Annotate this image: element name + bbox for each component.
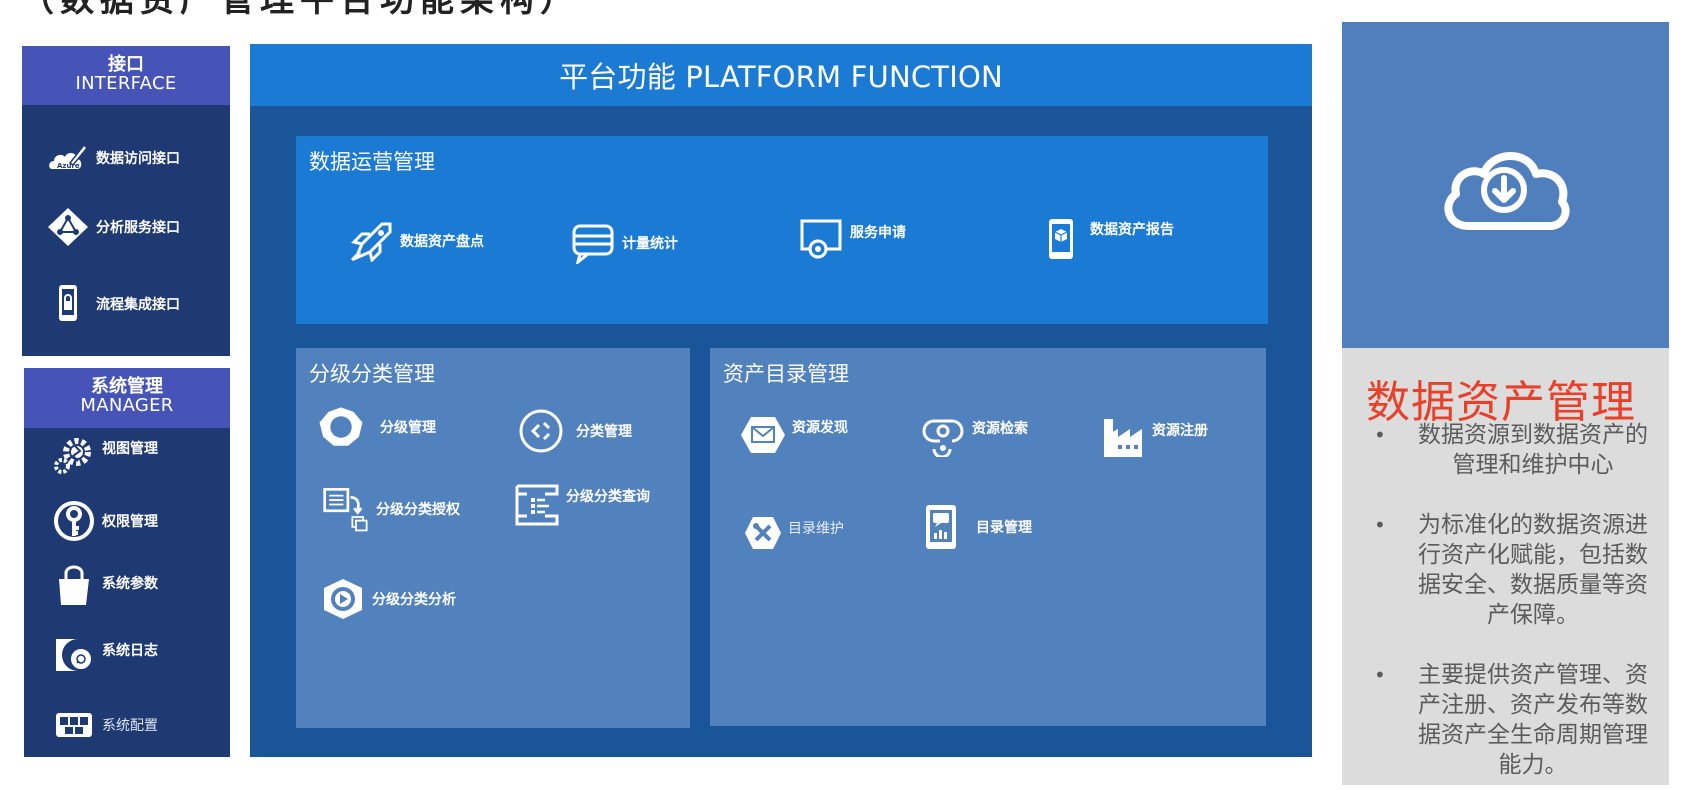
interface-title-en: INTERFACE: [75, 72, 177, 94]
description-bullet: 数据资源到数据资产的管理和维护中心: [1368, 420, 1658, 480]
disc-log-icon: [48, 632, 100, 678]
platform-title: 平台功能 PLATFORM FUNCTION: [559, 60, 1003, 94]
manager-item-config[interactable]: 系统配置: [24, 702, 230, 748]
op-item-label: 数据资产报告: [1090, 222, 1174, 238]
interface-item-analysis-service[interactable]: 分析服务接口: [22, 204, 230, 250]
op-item-asset-report[interactable]: 数据资产报告: [1036, 216, 1174, 262]
cat-item-discovery[interactable]: 资源发现: [738, 412, 848, 458]
interface-item-label: 数据访问接口: [96, 151, 180, 167]
cls-item-label: 分级分类分析: [372, 592, 456, 608]
svg-text:Azure: Azure: [57, 162, 80, 170]
op-item-service-request[interactable]: 服务申请: [796, 216, 906, 262]
diamond-network-icon: [42, 204, 94, 250]
interface-item-data-access[interactable]: Azure 数据访问接口: [22, 135, 230, 181]
page-title: （数据资产管理平台功能架构）: [20, 0, 580, 20]
interface-item-label: 分析服务接口: [96, 220, 180, 236]
op-item-metering[interactable]: 计量统计: [568, 220, 678, 266]
cat-item-label: 资源发现: [792, 420, 848, 436]
azure-pen-icon: Azure: [42, 135, 94, 181]
op-item-label: 服务申请: [850, 225, 906, 241]
interface-panel: 接口 INTERFACE Azure 数据访问接口 分析服务接口 流程集成接口: [22, 46, 230, 356]
cat-item-label: 资源检索: [972, 421, 1028, 437]
factory-icon: [1098, 414, 1148, 460]
tablet-cube-icon: [1036, 216, 1086, 262]
right-description-panel: 数据资产管理 数据资源到数据资产的管理和维护中心 为标准化的数据资源进行资产化赋…: [1342, 348, 1669, 785]
screen-cursor-icon: [796, 216, 846, 262]
catalog-title: 资产目录管理: [723, 362, 849, 386]
cloud-download-icon: [1438, 144, 1574, 238]
op-item-asset-inventory[interactable]: 数据资产盘点: [346, 218, 484, 264]
manager-item-label: 系统参数: [102, 576, 158, 592]
op-item-label: 数据资产盘点: [400, 234, 484, 250]
cls-item-analysis[interactable]: 分级分类分析: [318, 576, 456, 622]
link-icon: [918, 412, 968, 458]
cat-item-search[interactable]: 资源检索: [918, 412, 1028, 458]
cat-item-maintenance[interactable]: 目录维护: [738, 510, 844, 556]
cat-item-label: 目录维护: [788, 521, 844, 537]
ring-icon: [316, 404, 366, 450]
op-item-label: 计量统计: [622, 236, 678, 252]
interface-panel-header: 接口 INTERFACE: [22, 46, 230, 105]
cls-item-label: 分级分类查询: [566, 489, 650, 505]
description-bullet: 主要提供资产管理、资产注册、资产发布等数据资产全生命周期管理能力。: [1368, 660, 1658, 780]
config-boxes-icon: [48, 702, 100, 748]
manager-item-parameters[interactable]: 系统参数: [24, 564, 230, 610]
circle-arrows-icon: [516, 408, 566, 454]
list-bracket-icon: [512, 482, 562, 528]
operations-box: 数据运营管理 数据资产盘点 计量统计 服务申请 数据资产报告: [296, 136, 1268, 324]
cls-item-label: 分级管理: [380, 420, 436, 436]
cat-item-label: 资源注册: [1152, 423, 1208, 439]
operations-title: 数据运营管理: [309, 150, 435, 174]
manager-item-permission[interactable]: 权限管理: [24, 498, 230, 544]
description-bullet: 为标准化的数据资源进行资产化赋能，包括数据安全、数据质量等资产保障。: [1368, 510, 1658, 630]
manager-item-label: 权限管理: [102, 514, 158, 530]
eye-play-icon: [318, 576, 368, 622]
classification-box: 分级分类管理 分级管理 分类管理 分级分类授权 分级分类查询 分级分类分析: [296, 348, 690, 728]
catalog-box: 资产目录管理 资源发现 资源检索 资源注册 目录维护 目录管理: [710, 348, 1266, 726]
chat-lines-icon: [568, 220, 618, 266]
platform-function-panel: 平台功能 PLATFORM FUNCTION 数据运营管理 数据资产盘点 计量统…: [250, 44, 1312, 757]
manager-item-log[interactable]: 系统日志: [24, 632, 230, 678]
key-icon: [48, 498, 100, 544]
manager-item-label: 视图管理: [102, 441, 158, 457]
cls-item-label: 分类管理: [576, 424, 632, 440]
gears-icon: [48, 432, 100, 478]
phone-lock-icon: [42, 281, 94, 327]
manager-item-view[interactable]: 视图管理: [24, 432, 230, 478]
cls-item-grading[interactable]: 分级管理: [316, 404, 436, 450]
classification-title: 分级分类管理: [309, 362, 435, 386]
hexagon-tools-icon: [738, 510, 788, 556]
rocket-icon: [346, 218, 396, 264]
tablet-chart-icon: [916, 504, 966, 550]
manager-panel-header: 系统管理 MANAGER: [24, 368, 230, 428]
cls-item-query[interactable]: 分级分类查询: [512, 482, 650, 528]
cat-item-registration[interactable]: 资源注册: [1098, 414, 1208, 460]
interface-item-label: 流程集成接口: [96, 297, 180, 313]
manager-item-label: 系统配置: [102, 718, 158, 734]
manager-panel: 系统管理 MANAGER 视图管理 权限管理 系统参数 系统日志 系统配置: [24, 368, 230, 757]
cat-item-label: 目录管理: [976, 520, 1032, 536]
hexagon-mail-icon: [738, 412, 788, 458]
cls-item-category[interactable]: 分类管理: [516, 408, 632, 454]
document-copy-icon: [322, 486, 372, 532]
shopping-bag-icon: [48, 564, 100, 610]
cat-item-catalog-management[interactable]: 目录管理: [916, 504, 1032, 550]
platform-header: 平台功能 PLATFORM FUNCTION: [250, 44, 1312, 106]
cls-item-label: 分级分类授权: [376, 502, 460, 518]
description-list: 数据资源到数据资产的管理和维护中心 为标准化的数据资源进行资产化赋能，包括数据安…: [1368, 420, 1658, 790]
right-cloud-panel: [1342, 22, 1669, 348]
cls-item-authorization[interactable]: 分级分类授权: [322, 486, 460, 532]
manager-title-en: MANAGER: [80, 394, 174, 416]
interface-item-process-integration[interactable]: 流程集成接口: [22, 281, 230, 327]
manager-item-label: 系统日志: [102, 643, 158, 659]
